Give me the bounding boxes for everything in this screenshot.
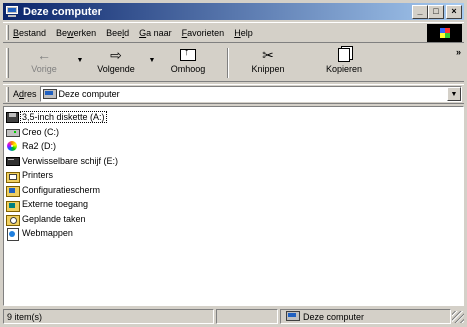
menu-bestand[interactable]: Bestand: [13, 28, 46, 38]
window-title: Deze computer: [23, 5, 102, 18]
status-zone: Deze computer: [280, 309, 451, 324]
status-bar: 9 item(s) Deze computer: [3, 308, 464, 325]
my-computer-icon: [286, 311, 300, 322]
forward-label: Volgende: [97, 64, 135, 74]
list-item-label: 3,5-inch diskette (A:): [20, 111, 107, 124]
list-item-label: Verwisselbare schijf (E:): [22, 155, 119, 166]
forward-arrow-icon: ⇨: [110, 47, 122, 63]
cut-button[interactable]: ✂ Knippen: [237, 46, 299, 80]
back-label: Vorige: [31, 64, 57, 74]
address-dropdown-button[interactable]: ▼: [447, 87, 461, 101]
list-item[interactable]: Verwisselbare schijf (E:): [6, 154, 119, 169]
drive-list: 3,5-inch diskette (A:) Creo (C:) Ra2 (D:…: [6, 110, 119, 241]
menu-bar: Bestand Bewerken Beeld Ga naar Favoriete…: [3, 22, 464, 43]
list-item[interactable]: Printers: [6, 168, 119, 183]
copy-button[interactable]: Kopieren: [313, 46, 375, 80]
list-item[interactable]: Ra2 (D:): [6, 139, 119, 154]
menu-favorieten[interactable]: Favorieten: [182, 28, 225, 38]
toolbar-more-chevron[interactable]: »: [456, 47, 461, 57]
toolbar-grip[interactable]: [6, 48, 9, 78]
list-item-label: Ra2 (D:): [22, 141, 57, 152]
forward-dropdown-button[interactable]: ▼: [147, 57, 157, 64]
scissors-icon: ✂: [262, 47, 274, 63]
list-item[interactable]: Configuratiescherm: [6, 183, 119, 198]
list-item[interactable]: 3,5-inch diskette (A:): [6, 110, 119, 125]
floppy-icon: [6, 111, 19, 123]
status-zone-label: Deze computer: [303, 311, 365, 322]
addressbar-grip[interactable]: [6, 86, 9, 102]
list-item-label: Creo (C:): [22, 126, 60, 137]
address-bar: Adres Deze computer ▼: [3, 84, 464, 104]
list-item[interactable]: Webmappen: [6, 226, 119, 241]
back-dropdown-button[interactable]: ▼: [75, 57, 85, 64]
list-item-label: Configuratiescherm: [22, 184, 101, 195]
my-computer-icon: [5, 5, 19, 18]
address-value: Deze computer: [58, 89, 120, 99]
list-item-label: Geplande taken: [22, 213, 86, 224]
explorer-window: Deze computer _ □ × Bestand Bewerken Bee…: [0, 0, 467, 327]
close-button[interactable]: ×: [446, 4, 462, 19]
list-item-label: Webmappen: [22, 228, 73, 239]
menu-bewerken[interactable]: Bewerken: [56, 28, 96, 38]
file-list-pane[interactable]: 3,5-inch diskette (A:) Creo (C:) Ra2 (D:…: [3, 106, 464, 306]
address-label: Adres: [13, 89, 37, 99]
scheduled-tasks-icon: [6, 213, 20, 227]
menu-help[interactable]: Help: [234, 28, 253, 38]
list-item[interactable]: Creo (C:): [6, 125, 119, 140]
copy-label: Kopieren: [325, 64, 363, 74]
copy-icon: [338, 48, 350, 62]
printers-folder-icon: [6, 170, 20, 183]
list-item-label: Printers: [22, 170, 54, 181]
up-button[interactable]: Omhoog: [157, 46, 219, 80]
minimize-button[interactable]: _: [412, 4, 428, 19]
cd-drive-icon: [6, 140, 19, 152]
status-panel-empty: [216, 309, 278, 324]
web-folders-icon: [6, 227, 19, 241]
forward-button[interactable]: ⇨ Volgende: [85, 46, 147, 80]
hard-drive-icon: [6, 126, 20, 138]
window-controls: _ □ ×: [412, 4, 462, 19]
list-item-label: Externe toegang: [22, 199, 89, 210]
menu-beeld[interactable]: Beeld: [106, 28, 129, 38]
folder-up-icon: [180, 47, 196, 61]
removable-drive-icon: [6, 155, 20, 167]
my-computer-icon: [42, 88, 57, 100]
toolbar-separator: [227, 48, 229, 78]
status-item-count: 9 item(s): [3, 309, 214, 324]
windows-logo-icon: [427, 24, 462, 42]
list-item[interactable]: Geplande taken: [6, 212, 119, 227]
standard-toolbar: ← Vorige ▼ ⇨ Volgende ▼ Omhoog ✂ Knippen…: [3, 45, 464, 82]
resize-grip[interactable]: [452, 310, 464, 323]
up-label: Omhoog: [170, 64, 206, 74]
list-item[interactable]: Externe toegang: [6, 197, 119, 212]
dial-up-networking-icon: [6, 199, 20, 212]
menu-ga-naar[interactable]: Ga naar: [139, 28, 172, 38]
maximize-button[interactable]: □: [428, 4, 444, 19]
control-panel-icon: [6, 184, 20, 198]
menubar-grip[interactable]: [6, 25, 9, 40]
back-button[interactable]: ← Vorige: [13, 46, 75, 80]
cut-label: Knippen: [251, 64, 285, 74]
address-input[interactable]: Deze computer ▼: [39, 86, 462, 102]
back-arrow-icon: ←: [37, 47, 51, 63]
title-bar[interactable]: Deze computer _ □ ×: [3, 3, 464, 20]
